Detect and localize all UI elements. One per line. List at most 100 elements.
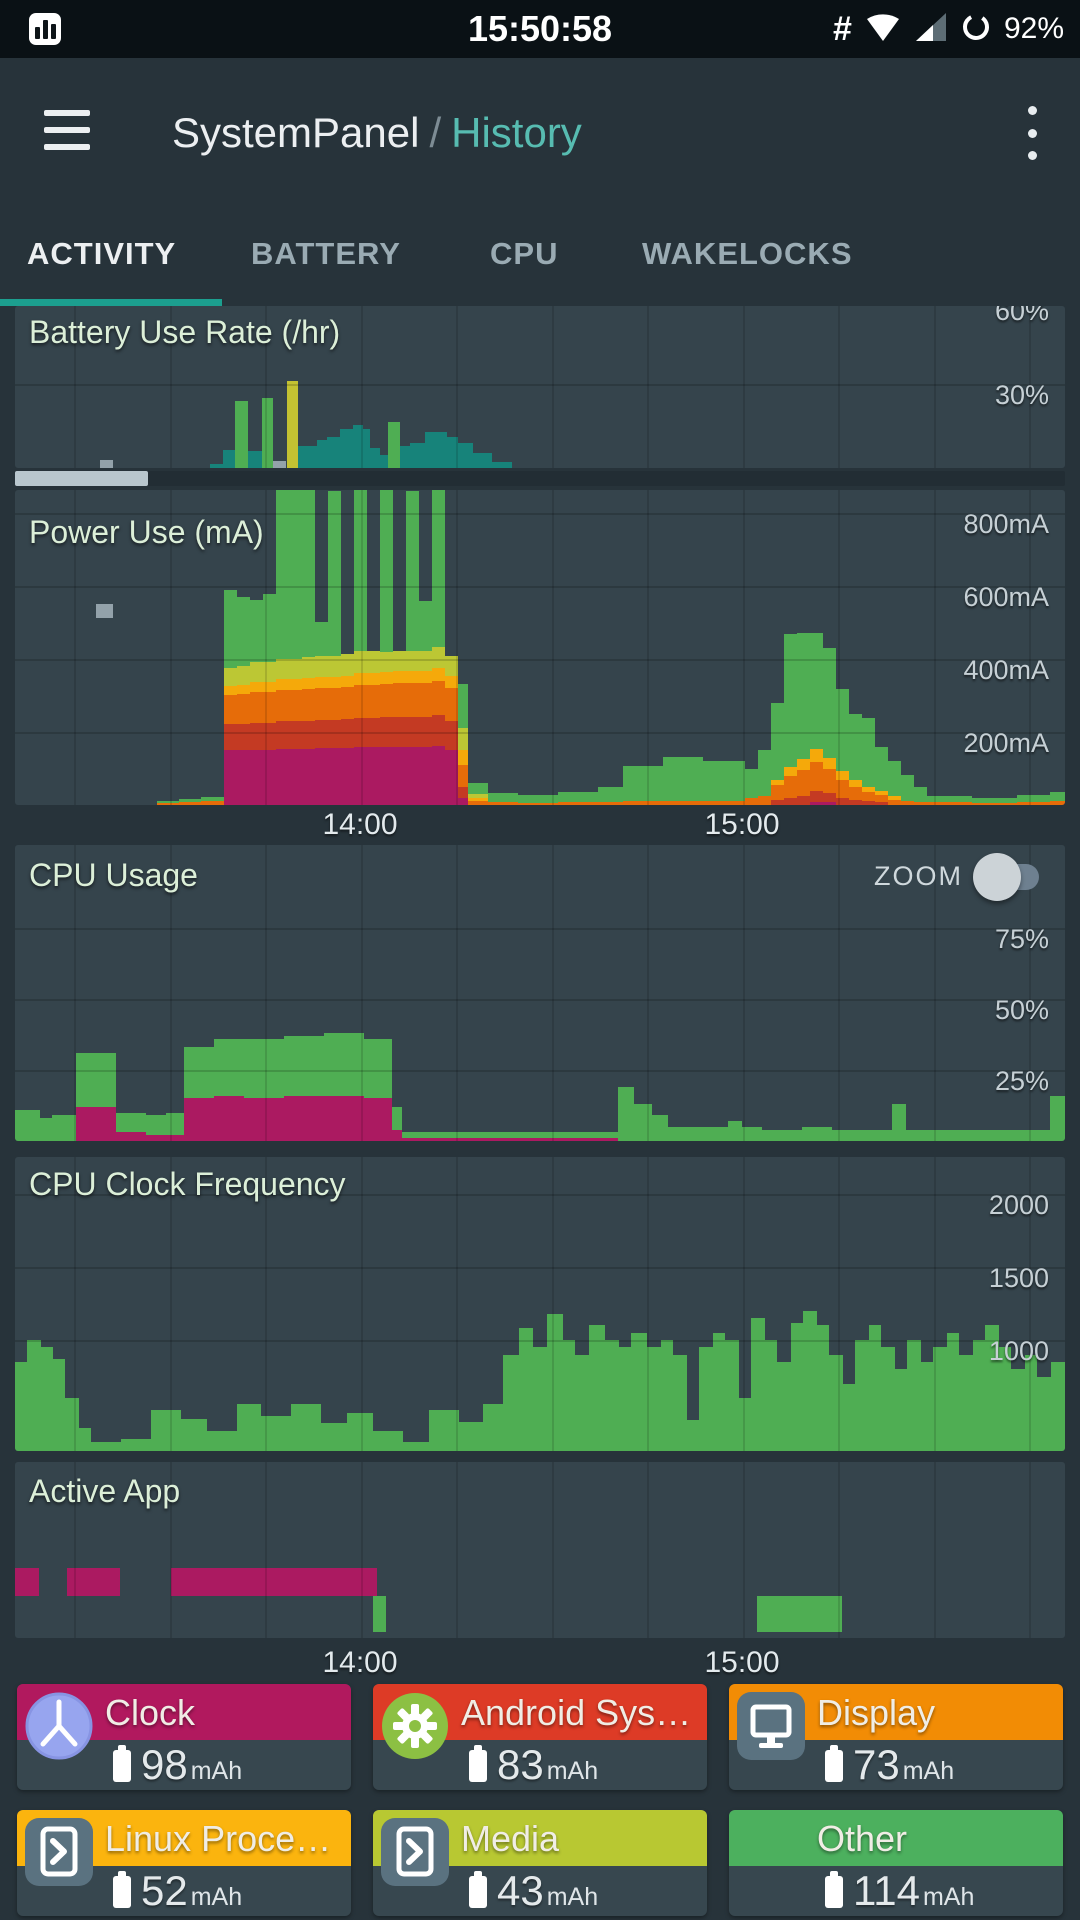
card-unit: mAh	[547, 1757, 598, 1786]
bar	[458, 443, 473, 468]
card-label: Media	[461, 1810, 559, 1866]
gridline-vertical	[456, 1462, 458, 1638]
cpu-clock-frequency-chart[interactable]: CPU Clock Frequency 200015001000	[15, 1157, 1065, 1451]
zoom-toggle[interactable]	[981, 864, 1039, 890]
bar	[1011, 1369, 1025, 1451]
bar	[1025, 1355, 1037, 1451]
bar	[687, 1420, 699, 1451]
bar	[79, 1428, 91, 1451]
bar	[298, 446, 317, 468]
gridline-vertical	[456, 490, 458, 805]
stack-segment	[810, 802, 823, 805]
zoom-control: ZOOM	[874, 861, 1039, 892]
stack-segment	[771, 800, 784, 805]
app-card-media[interactable]: Media 43 mAh	[373, 1810, 707, 1916]
stack-segment	[771, 780, 784, 785]
stack-segment	[488, 793, 518, 802]
gridline-vertical	[647, 490, 649, 805]
app-card-clock[interactable]: Clock 98 mAh	[17, 1684, 351, 1790]
app-card-linux-process[interactable]: Linux Proce… 52 mAh	[17, 1810, 351, 1916]
stack-segment	[663, 757, 703, 801]
section-name: History	[451, 109, 582, 156]
app-card-other[interactable]: Other 114 mAh	[729, 1810, 1063, 1916]
bar	[739, 1398, 751, 1451]
gridline-vertical	[934, 490, 936, 805]
cpu-system-bar	[116, 1132, 146, 1141]
card-unit: mAh	[191, 1757, 242, 1786]
chart-scrollbar-track[interactable]	[15, 471, 1065, 486]
tab-activity[interactable]: ACTIVITY	[27, 208, 176, 299]
battery-use-rate-chart[interactable]: Battery Use Rate (/hr) 60%30%	[15, 306, 1065, 468]
cpu-system-bar	[184, 1098, 214, 1141]
stack-segment	[201, 797, 224, 801]
gridline-vertical	[934, 1157, 936, 1451]
stack-segment	[367, 673, 380, 685]
stack-segment	[393, 683, 406, 717]
gridline-vertical	[265, 845, 267, 1141]
stack-segment	[289, 679, 302, 690]
stack-segment	[888, 800, 901, 805]
gridline-horizontal	[15, 999, 1065, 1001]
status-bar: 15:50:58 # 92%	[0, 0, 1080, 58]
dot	[1028, 129, 1037, 138]
tab-wakelocks[interactable]: WAKELOCKS	[642, 208, 853, 299]
stack-segment	[745, 769, 758, 798]
stack-segment	[224, 590, 237, 668]
bar	[533, 1347, 547, 1451]
chart-title: CPU Usage	[29, 857, 198, 894]
cpu-system-bar	[76, 1107, 116, 1141]
bar	[713, 1333, 725, 1451]
power-use-chart[interactable]: Power Use (mA) 800mA600mA400mA200mA	[15, 490, 1065, 805]
card-value: 73	[853, 1741, 900, 1789]
menu-icon[interactable]	[44, 110, 90, 150]
stack-segment	[328, 688, 341, 720]
tab-cpu[interactable]: CPU	[490, 208, 558, 299]
bar	[483, 1404, 503, 1451]
bar	[388, 422, 400, 468]
stack-segment	[419, 651, 432, 671]
stack-segment	[458, 750, 468, 765]
stack-segment	[810, 749, 823, 762]
stack-segment	[432, 746, 445, 805]
stack-segment	[432, 647, 445, 668]
card-power: 43 mAh	[497, 1867, 598, 1915]
bar	[1051, 1362, 1065, 1451]
stack-segment	[341, 687, 354, 719]
cpu-total-bar	[802, 1127, 832, 1141]
cpu-system-bar	[364, 1098, 392, 1141]
stack-segment	[224, 686, 237, 695]
active-app-chart[interactable]: Active App	[15, 1462, 1065, 1638]
app-card-display[interactable]: Display 73 mAh	[729, 1684, 1063, 1790]
battery-small-icon	[113, 1876, 131, 1908]
gridline-vertical	[552, 306, 554, 468]
stack-segment	[250, 723, 263, 750]
stack-segment	[237, 685, 250, 694]
stack-segment	[914, 802, 927, 805]
chart-scrollbar-thumb[interactable]	[15, 471, 148, 486]
overflow-menu-icon[interactable]	[1028, 106, 1038, 160]
cpu-system-bar	[324, 1096, 364, 1141]
tab-battery[interactable]: BATTERY	[251, 208, 401, 299]
bar	[947, 1333, 959, 1451]
stack-segment	[888, 761, 901, 796]
cpu-usage-chart[interactable]: CPU Usage ZOOM 75%50%25%	[15, 845, 1065, 1141]
gridline-vertical	[265, 1462, 267, 1638]
y-axis-label: 25%	[995, 1066, 1049, 1097]
gridline-vertical	[838, 306, 840, 468]
stack-segment	[367, 685, 380, 718]
bar	[262, 398, 273, 468]
gridline-vertical	[552, 845, 554, 1141]
stack-segment	[276, 749, 289, 805]
gridline-vertical	[552, 1462, 554, 1638]
gridline-horizontal	[15, 586, 1065, 588]
console-icon	[381, 1818, 449, 1886]
stack-segment	[328, 491, 341, 656]
stack-segment	[380, 672, 393, 684]
stack-segment	[849, 787, 862, 800]
gridline-vertical	[743, 490, 745, 805]
chart-title: Active App	[29, 1473, 180, 1510]
app-card-android-system[interactable]: Android Sys… 83 mAh	[373, 1684, 707, 1790]
stack-segment	[598, 787, 623, 802]
bar	[27, 1340, 41, 1451]
stack-segment	[250, 682, 263, 692]
